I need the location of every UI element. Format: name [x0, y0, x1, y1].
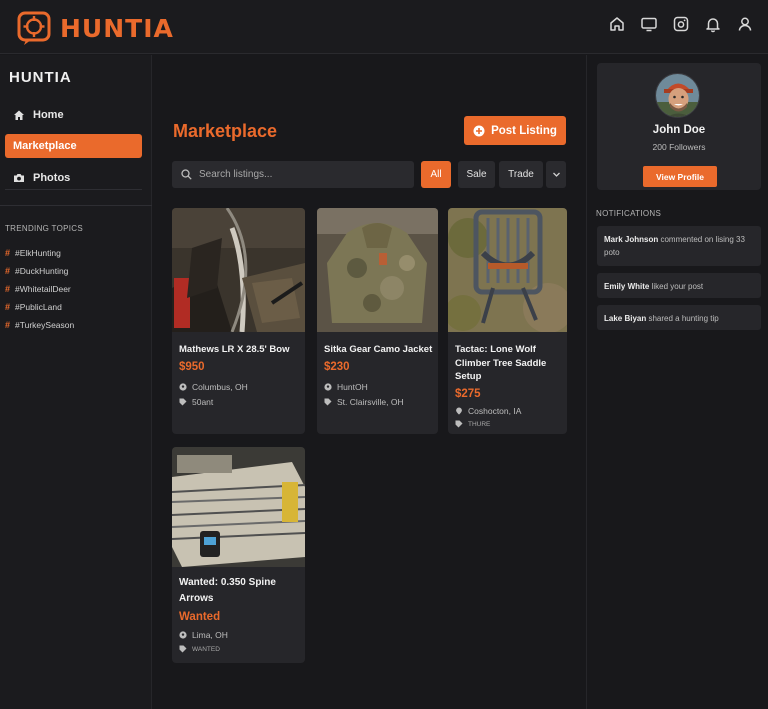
divider: [5, 189, 142, 190]
search-bar: [172, 161, 414, 188]
notifications-title: NOTIFICATIONS: [596, 209, 662, 218]
chevron-down-icon: [552, 172, 560, 177]
sidebar-nav: Home Marketplace Photos: [5, 103, 142, 197]
filter-trade[interactable]: Trade: [499, 161, 543, 188]
trending-list: # #ElkHunting # #DuckHunting # #WhitetailDe…: [5, 244, 74, 334]
location-pin-icon: [324, 383, 332, 391]
tag-icon: [455, 420, 463, 428]
profile-card: John Doe 200 Followers View Profile: [597, 63, 761, 190]
listing-title: Sitka Gear Camo Jacket: [324, 344, 433, 355]
divider: [0, 205, 152, 206]
trending-topic[interactable]: # #TurkeySeason: [5, 316, 74, 334]
listing-image: [317, 208, 438, 332]
sidebar-item-label: Home: [33, 109, 64, 121]
right-panel: John Doe 200 Followers View Profile NOTI…: [586, 55, 768, 709]
logo[interactable]: HUNTIA: [16, 10, 174, 46]
user-icon[interactable]: [736, 15, 754, 33]
page-title: Marketplace: [173, 121, 278, 141]
plus-circle-icon: [473, 125, 485, 136]
filter-sale[interactable]: Sale: [458, 161, 495, 188]
profile-followers: 200 Followers: [652, 142, 706, 152]
listing-location: Lima, OH: [179, 630, 228, 640]
listing-price: Wanted: [179, 611, 221, 623]
tag-icon: [324, 398, 332, 406]
avatar[interactable]: [655, 73, 700, 118]
sidebar-item-label: Marketplace: [13, 140, 77, 152]
post-listing-button[interactable]: Post Listing: [464, 116, 566, 145]
listing-image: [448, 208, 567, 332]
listing-location: Coshocton, IA: [455, 406, 521, 416]
filter-dropdown[interactable]: [546, 161, 566, 188]
sidebar-item-home[interactable]: Home: [5, 103, 142, 127]
sidebar-item-marketplace[interactable]: Marketplace: [5, 134, 142, 158]
listing-card[interactable]: Sitka Gear Camo Jacket $230 HuntOH St. C…: [317, 208, 438, 434]
header-icons: [608, 15, 754, 33]
listing-tag: THURE: [455, 420, 490, 428]
left-sidebar: HUNTIA Home Marketplace Photos TRENDING …: [0, 55, 152, 709]
location-pin-icon: [456, 407, 462, 415]
notification-item[interactable]: Lake Biyan shared a hunting tip: [597, 305, 761, 330]
listing-title: Wanted: 0.350 Spine Arrows: [179, 577, 276, 604]
listing-card[interactable]: Mathews LR X 28.5' Bow $950 Columbus, OH…: [172, 208, 305, 434]
home-icon[interactable]: [608, 15, 626, 33]
search-input[interactable]: [199, 169, 409, 180]
location-pin-icon: [179, 383, 187, 391]
tag-icon: [179, 645, 187, 653]
listing-card[interactable]: Tactac: Lone Wolf Climber Tree Saddle Se…: [448, 208, 567, 434]
listing-tag: 50ant: [179, 397, 213, 407]
sidebar-item-label: Photos: [33, 172, 71, 184]
listing-price: $275: [455, 388, 481, 400]
app-name: HUNTIA: [60, 13, 174, 43]
search-icon: [181, 169, 192, 180]
main-content: Marketplace Post Listing All Sale Trade: [153, 55, 585, 709]
notification-item[interactable]: Emily White liked your post: [597, 273, 761, 298]
listing-title: Tactac: Lone Wolf Climber Tree Saddle Se…: [455, 344, 547, 382]
listing-tag: WANTED: [179, 645, 220, 653]
trending-topic[interactable]: # #ElkHunting: [5, 244, 74, 262]
listing-image: [172, 447, 305, 567]
bell-icon[interactable]: [704, 15, 722, 33]
trending-topic[interactable]: # #PublicLand: [5, 298, 74, 316]
listing-location: Columbus, OH: [179, 382, 248, 392]
home-icon: [14, 110, 24, 120]
top-bar: HUNTIA: [0, 0, 768, 54]
listing-tag: St. Clairsville, OH: [324, 397, 404, 407]
sidebar-item-photos[interactable]: Photos: [5, 166, 142, 190]
camera-icon[interactable]: [672, 15, 690, 33]
post-listing-label: Post Listing: [491, 124, 557, 137]
tag-icon: [179, 398, 187, 406]
filter-all[interactable]: All: [421, 161, 451, 188]
tv-icon[interactable]: [640, 15, 658, 33]
listing-card[interactable]: Wanted: 0.350 Spine Arrows Wanted Lima, …: [172, 447, 305, 663]
listing-price: $950: [179, 361, 205, 373]
profile-name: John Doe: [652, 124, 706, 136]
notification-item[interactable]: Mark Johnson commented on lising 33 poto: [597, 226, 761, 266]
listing-price: $230: [324, 361, 350, 373]
huntia-logo-icon: [17, 11, 51, 45]
view-profile-button[interactable]: View Profile: [643, 166, 717, 187]
trending-topic[interactable]: # #DuckHunting: [5, 262, 74, 280]
trending-title: TRENDING TOPICS: [5, 224, 83, 233]
listing-image: [172, 208, 305, 332]
camera-icon: [14, 174, 24, 182]
trending-topic[interactable]: # #WhitetailDeer: [5, 280, 74, 298]
sidebar-title: HUNTIA: [9, 69, 72, 86]
listing-location: HuntOH: [324, 382, 368, 392]
listing-title: Mathews LR X 28.5' Bow: [179, 344, 290, 355]
location-pin-icon: [179, 631, 187, 639]
